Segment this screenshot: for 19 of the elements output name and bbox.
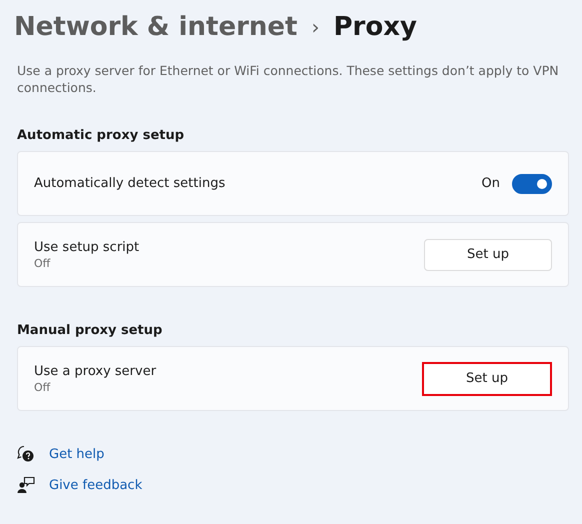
- help-icon: [17, 445, 35, 463]
- breadcrumb-separator: ›: [311, 15, 320, 39]
- setting-status: Off: [34, 256, 52, 270]
- feedback-link[interactable]: Give feedback: [49, 478, 142, 492]
- breadcrumb-parent[interactable]: Network & internet: [14, 12, 298, 42]
- setting-status: Off: [34, 380, 52, 394]
- toggle-state: On: [482, 176, 500, 191]
- toggle-switch[interactable]: [512, 174, 552, 194]
- setup-button[interactable]: Set up: [424, 238, 552, 270]
- page-title: Proxy: [333, 12, 417, 42]
- feedback-icon: [17, 476, 35, 494]
- description: Use a proxy server for Ethernet or WiFi connections. These settings don’t apply to VPN connections.: [17, 62, 560, 96]
- setting-label: Use setup script: [34, 240, 140, 254]
- setup-button[interactable]: Set up: [422, 362, 552, 396]
- section-heading: Manual proxy setup: [17, 323, 164, 338]
- help-link[interactable]: Get help: [49, 446, 104, 462]
- section-heading: Automatic proxy setup: [17, 128, 186, 143]
- setting-label: Use a proxy server: [34, 364, 158, 378]
- setting-label: Automatically detect settings: [34, 176, 226, 191]
